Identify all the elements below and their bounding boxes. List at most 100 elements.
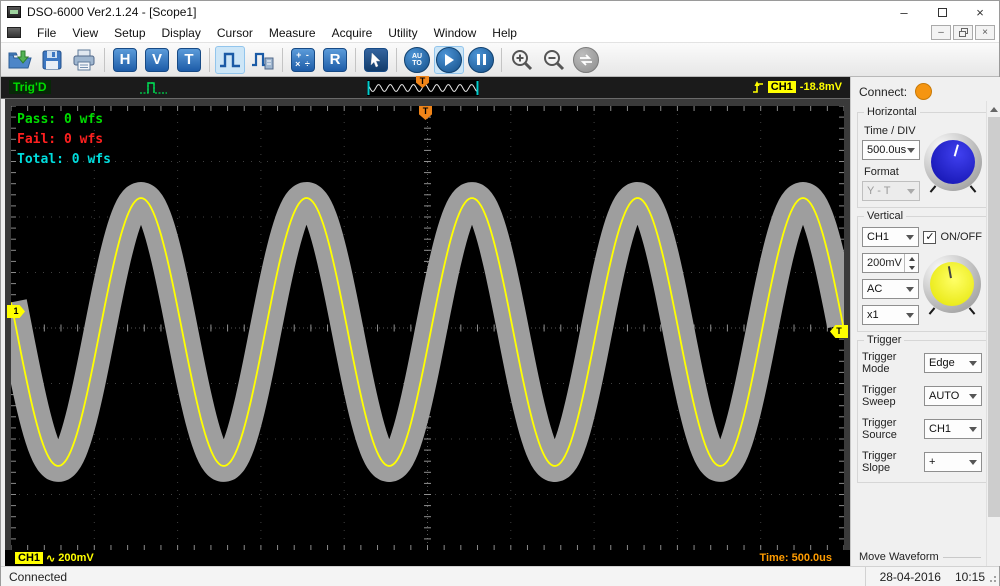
close-button[interactable]: × xyxy=(961,1,999,23)
chevron-down-icon xyxy=(969,394,977,399)
volts-div-stepper[interactable]: 200mV xyxy=(862,253,919,273)
time-div-select[interactable]: 500.0us xyxy=(862,140,920,160)
coupling-icon: ∿ xyxy=(46,552,55,565)
auto-setup-button[interactable]: AUTO xyxy=(402,46,432,74)
step-up-icon[interactable] xyxy=(909,257,915,261)
r-letter-icon: R xyxy=(323,48,347,72)
onoff-label: ON/OFF xyxy=(940,231,982,243)
menu-item-file[interactable]: File xyxy=(29,24,64,42)
save-button[interactable] xyxy=(37,46,67,74)
time-div-label: Time / DIV xyxy=(864,125,920,137)
chevron-down-icon xyxy=(906,313,914,318)
trigger-group: Trigger Trigger Mode Edge Trigger Sweep … xyxy=(857,340,987,483)
waveform-plot xyxy=(11,106,844,550)
control-panel: Connect: Horizontal Time / DIV 500.0us F… xyxy=(850,77,1000,566)
toolbar-separator xyxy=(282,48,283,72)
pass-fail-test-button[interactable] xyxy=(215,46,245,74)
oscilloscope-screen[interactable]: Pass: 0 wfs Fail: 0 wfs Total: 0 wfs 1 T… xyxy=(5,99,850,566)
play-icon xyxy=(436,47,462,73)
pause-button[interactable] xyxy=(466,46,496,74)
pulse-icon xyxy=(218,49,242,71)
pass-count: Pass: 0 wfs xyxy=(17,110,111,130)
mdi-close-button[interactable]: × xyxy=(975,25,995,40)
menu-item-view[interactable]: View xyxy=(64,24,106,42)
step-down-icon[interactable] xyxy=(909,266,915,270)
save-floppy-icon xyxy=(41,49,63,71)
trigger-level-value: -18.8mV xyxy=(800,81,842,93)
scroll-up-button[interactable] xyxy=(987,101,1000,117)
trigger-readout: CH1 -18.8mV xyxy=(752,80,842,94)
connect-label: Connect: xyxy=(859,85,907,99)
trigger-group-title: Trigger xyxy=(864,334,904,346)
menu-item-cursor[interactable]: Cursor xyxy=(209,24,261,42)
menu-item-window[interactable]: Window xyxy=(426,24,485,42)
group-border-line xyxy=(943,557,981,558)
trigger-mode-select[interactable]: Edge xyxy=(924,353,982,373)
zoom-out-button[interactable] xyxy=(539,46,569,74)
math-button[interactable]: + -× ÷ xyxy=(288,46,318,74)
menu-item-display[interactable]: Display xyxy=(154,24,209,42)
waveform-record-button[interactable] xyxy=(247,46,277,74)
horizontal-knob[interactable] xyxy=(924,133,982,191)
time-per-div-readout: Time: 500.0us xyxy=(759,552,832,564)
horizontal-group-title: Horizontal xyxy=(864,106,920,118)
scope-status-bar: Trig'D T CH1 -18.8mV xyxy=(1,77,850,99)
menu-item-utility[interactable]: Utility xyxy=(380,24,425,42)
scope-display[interactable]: Pass: 0 wfs Fail: 0 wfs Total: 0 wfs xyxy=(11,106,844,550)
total-count: Total: 0 wfs xyxy=(17,150,111,170)
menu-item-setup[interactable]: Setup xyxy=(106,24,153,42)
zoom-in-button[interactable] xyxy=(507,46,537,74)
acquisition-pulse-icon xyxy=(139,81,169,100)
vertical-knob[interactable] xyxy=(923,255,981,313)
run-button[interactable] xyxy=(434,46,464,74)
cursor-pointer-icon xyxy=(364,48,388,72)
mdi-restore-button[interactable] xyxy=(953,25,973,40)
refresh-button[interactable] xyxy=(571,46,601,74)
vertical-group: Vertical CH1 200mV AC xyxy=(857,216,987,332)
minimize-button[interactable]: – xyxy=(885,1,923,23)
vertical-settings-button[interactable]: V xyxy=(142,46,172,74)
trigger-sweep-select[interactable]: AUTO xyxy=(924,386,982,406)
coupling-select[interactable]: AC xyxy=(862,279,919,299)
channel-badge: CH1 xyxy=(15,552,43,564)
trigger-settings-button[interactable]: T xyxy=(174,46,204,74)
scope-readout-band: CH1 ∿ 200mV Time: 500.0us xyxy=(5,550,850,566)
format-select[interactable]: Y - T xyxy=(862,181,920,201)
horizontal-settings-button[interactable]: H xyxy=(110,46,140,74)
v-letter-icon: V xyxy=(145,48,169,72)
knob-pointer xyxy=(948,266,952,278)
reference-button[interactable]: R xyxy=(320,46,350,74)
menu-item-measure[interactable]: Measure xyxy=(261,24,324,42)
print-button[interactable] xyxy=(69,46,99,74)
open-folder-icon xyxy=(8,49,32,71)
knob-tick xyxy=(929,307,936,314)
trigger-slope-select[interactable]: + xyxy=(924,452,982,472)
maximize-button[interactable] xyxy=(923,1,961,23)
open-button[interactable] xyxy=(5,46,35,74)
cursor-tool-button[interactable] xyxy=(361,46,391,74)
knob-tick xyxy=(970,185,977,192)
probe-select[interactable]: x1 xyxy=(862,305,919,325)
volts-per-div-value: 200mV xyxy=(58,552,93,564)
menu-item-acquire[interactable]: Acquire xyxy=(324,24,381,42)
title-bar: DSO-6000 Ver2.1.24 - [Scope1] – × xyxy=(1,1,999,23)
connect-indicator[interactable] xyxy=(915,83,932,100)
horizontal-group: Horizontal Time / DIV 500.0us Format Y -… xyxy=(857,112,987,208)
chevron-down-icon xyxy=(907,148,915,153)
mdi-minimize-button[interactable]: – xyxy=(931,25,951,40)
toolbar-separator xyxy=(355,48,356,72)
channel-readout: CH1 ∿ 200mV xyxy=(15,552,94,565)
panel-scrollbar[interactable] xyxy=(986,101,1000,566)
auto-icon: AUTO xyxy=(404,47,430,73)
channel-select[interactable]: CH1 xyxy=(862,227,919,247)
move-waveform-label: Move Waveform xyxy=(859,551,939,563)
scrollbar-thumb[interactable] xyxy=(988,117,1000,517)
trigger-slope-label: Trigger Slope xyxy=(862,450,924,474)
onoff-checkbox[interactable]: ✓ xyxy=(923,231,936,244)
menu-bar: FileViewSetupDisplayCursorMeasureAcquire… xyxy=(1,23,999,43)
format-label: Format xyxy=(864,166,920,178)
trigger-source-select[interactable]: CH1 xyxy=(924,419,982,439)
menu-item-help[interactable]: Help xyxy=(484,24,525,42)
chevron-down-icon xyxy=(906,287,914,292)
toolbar: H V T + -× ÷ R xyxy=(1,43,999,77)
